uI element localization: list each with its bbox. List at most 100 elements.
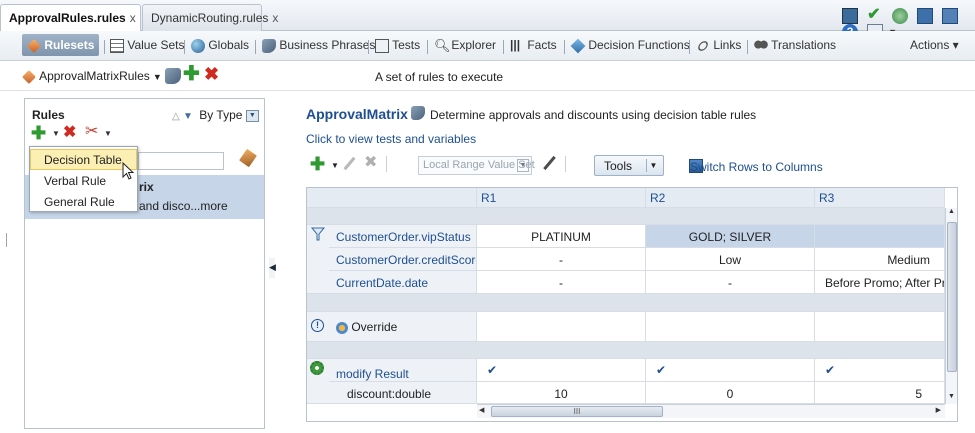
panel-collapse-handle[interactable]: ◀: [269, 258, 276, 278]
override-row-label[interactable]: Override: [329, 312, 477, 342]
save-icon[interactable]: [917, 8, 934, 24]
condition-cell[interactable]: -: [477, 248, 646, 271]
close-icon[interactable]: x: [130, 11, 136, 25]
scroll-up-icon[interactable]: ▲: [948, 208, 955, 215]
edit-icon[interactable]: [343, 156, 356, 171]
nav-explorer[interactable]: 🔍︎ Explorer: [434, 38, 496, 53]
tools-menu-button[interactable]: Tools ▼: [594, 155, 664, 176]
scroll-down-icon[interactable]: ▼: [948, 393, 955, 400]
nav-label: Links: [713, 38, 742, 52]
scroll-thumb[interactable]: III: [491, 406, 663, 417]
conditions-gutter: [307, 225, 329, 294]
override-cell[interactable]: [646, 312, 815, 342]
menu-item-general-rule[interactable]: General Rule: [30, 191, 137, 212]
ruleset-icon: [22, 70, 36, 85]
condition-row-label[interactable]: CurrentDate.date: [329, 271, 477, 294]
sort-up-icon[interactable]: △: [172, 111, 180, 122]
chevron-down-icon[interactable]: ▼: [245, 109, 259, 122]
chevron-down-icon[interactable]: ▼: [52, 129, 60, 138]
condition-cell[interactable]: PLATINUM: [477, 225, 646, 248]
condition-cell[interactable]: -: [477, 271, 646, 294]
ruleset-selector[interactable]: ApprovalMatrixRules ▼: [22, 69, 162, 85]
tab-dynamicrouting[interactable]: DynamicRouting.rules x: [142, 4, 278, 31]
chevron-down-icon[interactable]: ▼: [104, 129, 112, 138]
condition-cell[interactable]: -: [646, 271, 815, 294]
column-header-r3[interactable]: R3: [815, 188, 945, 208]
rule-more-link[interactable]: and disco...more: [139, 199, 228, 213]
report-icon[interactable]: [842, 8, 858, 24]
search-icon: 🔍︎: [434, 37, 451, 53]
chevron-left-icon[interactable]: ◀: [269, 262, 276, 273]
column-header-r1[interactable]: R1: [477, 188, 646, 208]
refresh-icon[interactable]: [892, 8, 909, 24]
save-all-icon[interactable]: [942, 8, 959, 24]
condition-cell[interactable]: Before Promo; After Pr: [815, 271, 945, 294]
facts-icon: |||: [510, 37, 521, 52]
nav-links[interactable]: Links: [696, 38, 741, 53]
nav-translations[interactable]: Translations: [754, 38, 836, 53]
horizontal-scrollbar[interactable]: ◀ III ▶: [477, 404, 945, 418]
divider: [386, 156, 387, 172]
delete-icon[interactable]: ✖: [204, 64, 219, 84]
column-header-r2[interactable]: R2: [646, 188, 815, 208]
menu-item-decision-table[interactable]: Decision Table: [30, 149, 137, 170]
scroll-right-icon[interactable]: ▶: [936, 406, 941, 414]
param-cell[interactable]: 0: [646, 382, 815, 404]
chevron-down-icon[interactable]: ▼: [517, 159, 529, 172]
add-icon[interactable]: ✚: [183, 64, 200, 84]
param-row-label[interactable]: discount:double: [329, 382, 477, 404]
nav-rulesets[interactable]: Rulesets: [22, 34, 100, 56]
condition-cell[interactable]: Medium: [815, 248, 945, 271]
nav-label: Decision Functions: [588, 38, 690, 52]
business-phrase-icon[interactable]: [411, 106, 425, 120]
condition-cell[interactable]: Low: [646, 248, 815, 271]
condition-cell-merged-ext[interactable]: [815, 225, 945, 248]
param-cell[interactable]: 5: [815, 382, 945, 404]
decision-table-title: ApprovalMatrix: [306, 106, 408, 122]
override-gutter: !: [307, 312, 329, 342]
sort-control[interactable]: △ ▼ By Type ▼: [172, 108, 259, 122]
tab-approvalrules[interactable]: ApprovalRules.rules x: [0, 4, 141, 32]
action-check-cell[interactable]: ✔: [477, 359, 646, 382]
menu-item-verbal-rule[interactable]: Verbal Rule: [30, 170, 137, 191]
action-check-cell[interactable]: ✔: [646, 359, 815, 382]
filter-input[interactable]: [138, 152, 224, 170]
nav-business-phrases[interactable]: Business Phrases: [262, 38, 375, 53]
close-icon[interactable]: x: [272, 11, 278, 25]
divider: [689, 40, 690, 54]
condition-row-label[interactable]: CustomerOrder.vipStatus: [329, 225, 477, 248]
nav-decision-functions[interactable]: Decision Functions: [570, 38, 690, 54]
delete-icon[interactable]: ✖: [364, 154, 377, 172]
vertical-scrollbar[interactable]: ▲ ▼: [945, 208, 957, 404]
delete-icon[interactable]: ✖: [63, 124, 76, 142]
action-check-cell[interactable]: ✔: [815, 359, 945, 382]
nav-value-sets[interactable]: Value Sets: [110, 38, 185, 53]
view-tests-link[interactable]: Click to view tests and variables: [306, 132, 476, 146]
param-cell[interactable]: 10: [477, 382, 646, 404]
globe-icon: [191, 38, 205, 53]
tools-label: Tools: [604, 159, 633, 173]
edit-icon[interactable]: [543, 155, 556, 171]
nav-label: Rulesets: [44, 38, 95, 52]
scroll-left-icon[interactable]: ◀: [479, 406, 484, 414]
add-icon[interactable]: ✚: [310, 155, 325, 173]
cut-icon[interactable]: ✂: [85, 123, 98, 141]
nav-tests[interactable]: Tests: [375, 38, 420, 53]
override-cell[interactable]: [815, 312, 945, 342]
scroll-thumb[interactable]: [947, 222, 957, 372]
value-set-select[interactable]: Local Range Value Set ▼: [418, 156, 535, 175]
nav-globals[interactable]: Globals: [191, 38, 249, 53]
chevron-down-icon[interactable]: ▼: [331, 161, 339, 170]
switch-rows-columns-link[interactable]: Switch Rows to Columns: [690, 160, 823, 174]
override-cell[interactable]: [477, 312, 646, 342]
business-phrase-icon[interactable]: [165, 68, 181, 84]
validate-check-icon[interactable]: ✔: [867, 7, 883, 24]
actions-menu[interactable]: Actions ▾: [910, 38, 959, 52]
nav-facts[interactable]: ||| Facts: [510, 38, 557, 53]
condition-cell-merged[interactable]: GOLD; SILVER: [646, 225, 815, 248]
add-icon[interactable]: ✚: [31, 124, 46, 142]
condition-row-label[interactable]: CustomerOrder.creditScore: [329, 248, 477, 271]
action-row-label[interactable]: modify Result: [329, 359, 477, 382]
business-phrases-icon: [262, 38, 276, 53]
sort-down-icon[interactable]: ▼: [183, 111, 193, 122]
